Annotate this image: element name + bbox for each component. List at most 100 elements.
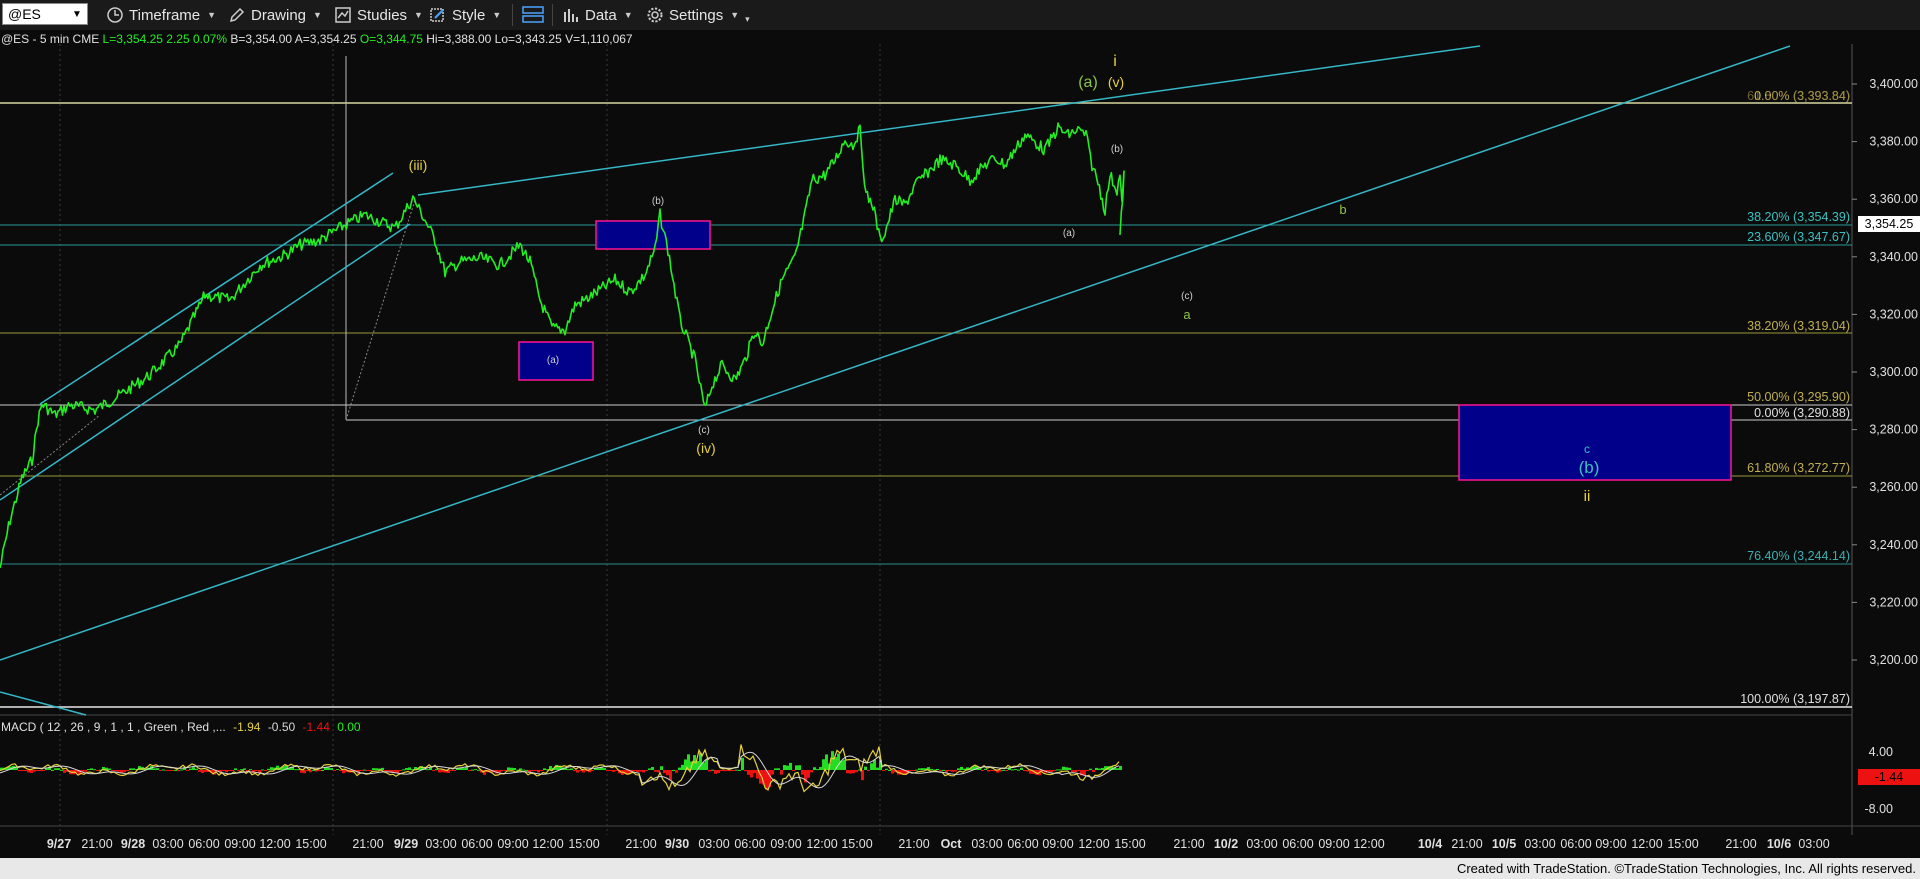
macd-histogram-bar [831, 751, 834, 770]
macd-histogram-bar [543, 768, 546, 770]
macd-histogram-bar [126, 770, 129, 771]
macd-histogram-bar [1077, 770, 1080, 771]
macd-histogram-bar [321, 769, 324, 771]
macd-histogram-bar [1071, 770, 1074, 773]
time-axis-label: 03:00 [971, 837, 1002, 851]
studies-menu[interactable]: Studies ▼ [334, 3, 423, 27]
macd-histogram-bar [825, 754, 828, 770]
macd-histogram-bar [654, 770, 657, 772]
macd-histogram-bar [432, 770, 435, 771]
time-axis-label: 10/5 [1492, 837, 1516, 851]
last-price: L=3,354.25 [102, 32, 163, 46]
style-label: Style [452, 6, 486, 24]
macd-histogram-bar [870, 763, 873, 770]
time-axis-label: 9/28 [121, 837, 145, 851]
settings-menu[interactable]: Settings ▼ ▾ [646, 3, 750, 27]
zone-box-b[interactable] [595, 220, 711, 250]
macd-histogram-bar [369, 770, 372, 771]
macd-histogram-bar [60, 769, 63, 771]
macd-info-line: MACD ( 12 , 26 , 9 , 1 , 1 , Green , Red… [1, 720, 361, 734]
macd-histogram-bar [813, 767, 816, 770]
time-axis-label: 12:00 [1353, 837, 1384, 851]
macd-histogram-bar [960, 766, 963, 770]
macd-histogram-bar [636, 770, 639, 773]
macd-histogram-bar [720, 770, 723, 771]
macd-histogram-bar [228, 770, 231, 771]
layout-button[interactable] [522, 3, 544, 27]
macd-histogram-bar [1092, 770, 1095, 773]
macd-histogram-bar [582, 770, 585, 773]
macd-histogram-bar [1017, 769, 1020, 771]
data-menu[interactable]: Data ▼ [562, 3, 633, 27]
macd-histogram-bar [339, 770, 342, 771]
overflow-icon[interactable]: ▾ [745, 14, 750, 25]
macd-histogram-bar [171, 770, 174, 771]
macd-histogram-bar [294, 769, 297, 771]
time-axis-label: 10/6 [1767, 837, 1791, 851]
macd-histogram-bar [84, 770, 87, 772]
macd-histogram-bar [426, 769, 429, 771]
time-axis-label: 12:00 [1631, 837, 1662, 851]
fib-label-764: 76.40% (3,244.14) [1747, 549, 1850, 563]
chevron-down-icon: ▼ [492, 10, 502, 20]
time-axis-label: 15:00 [295, 837, 326, 851]
macd-histogram-bar [795, 765, 798, 770]
symbol-text: @ES [8, 6, 41, 22]
macd-histogram-bar [1089, 768, 1092, 770]
macd-histogram-bar [648, 768, 651, 770]
price-axis-tick: 3,260.00 [1869, 480, 1918, 494]
fib-label-382-b: 38.20% (3,319.04) [1747, 319, 1850, 333]
drawing-menu[interactable]: Drawing ▼ [228, 3, 322, 27]
macd-value-1: -1.94 [233, 720, 261, 734]
macd-histogram-bar [1065, 767, 1068, 770]
studies-icon [334, 6, 352, 24]
macd-histogram-bar [1026, 770, 1029, 772]
macd-histogram-bar [576, 770, 579, 773]
time-axis-label: 03:00 [1798, 837, 1829, 851]
settings-label: Settings [669, 6, 724, 24]
macd-histogram-bar [534, 770, 537, 771]
time-axis-label: 06:00 [188, 837, 219, 851]
chevron-down-icon: ▼ [730, 10, 740, 20]
symbol-selector[interactable]: @ES ▼ [2, 3, 88, 25]
wave-label-iii: (iii) [409, 157, 428, 173]
time-axis-label: 03:00 [1246, 837, 1277, 851]
fib-label-618-top: 61.80% (3,393.84) [1747, 89, 1850, 103]
macd-histogram-bar [981, 770, 984, 771]
style-menu[interactable]: Style ▼ [429, 3, 501, 27]
wave-label-c-target: c [1584, 442, 1590, 456]
chevron-down-icon[interactable]: ▼ [69, 5, 85, 23]
timeframe-label: Timeframe [129, 6, 201, 24]
time-axis-label: 15:00 [1667, 837, 1698, 851]
macd-histogram-bar [222, 770, 225, 771]
volume: V=1,110,067 [565, 32, 633, 46]
macd-histogram-bar [837, 753, 840, 770]
macd-histogram-bar [225, 770, 228, 773]
macd-histogram-bar [570, 768, 573, 770]
macd-histogram-bar [1116, 768, 1119, 770]
macd-histogram-bar [405, 768, 408, 770]
macd-histogram-bar [1062, 766, 1065, 770]
macd-histogram-bar [783, 765, 786, 770]
macd-histogram-bar [888, 769, 891, 771]
macd-histogram-bar [327, 767, 330, 770]
wave-label-a-green-small: a [1183, 307, 1191, 322]
high-price: Hi=3,388.00 [426, 32, 492, 46]
macd-histogram-bar [615, 770, 618, 771]
macd-histogram-bar [660, 766, 663, 770]
macd-value-2: -0.50 [267, 720, 296, 734]
wedge-top-line [417, 45, 1481, 196]
chevron-down-icon: ▼ [414, 10, 423, 20]
macd-histogram-bar [300, 770, 303, 773]
macd-histogram-bar [477, 769, 480, 771]
low-price: Lo=3,343.25 [494, 32, 562, 46]
macd-histogram-bar [510, 767, 513, 770]
time-axis-label: 09:00 [1318, 837, 1349, 851]
macd-histogram-bar [1095, 767, 1098, 770]
macd-histogram-bar [666, 770, 669, 776]
macd-histogram-bar [537, 770, 540, 773]
macd-histogram-bar [1086, 770, 1089, 771]
studies-label: Studies [357, 6, 408, 24]
timeframe-menu[interactable]: Timeframe ▼ [106, 3, 216, 27]
pct-change: 0.07% [193, 32, 228, 46]
